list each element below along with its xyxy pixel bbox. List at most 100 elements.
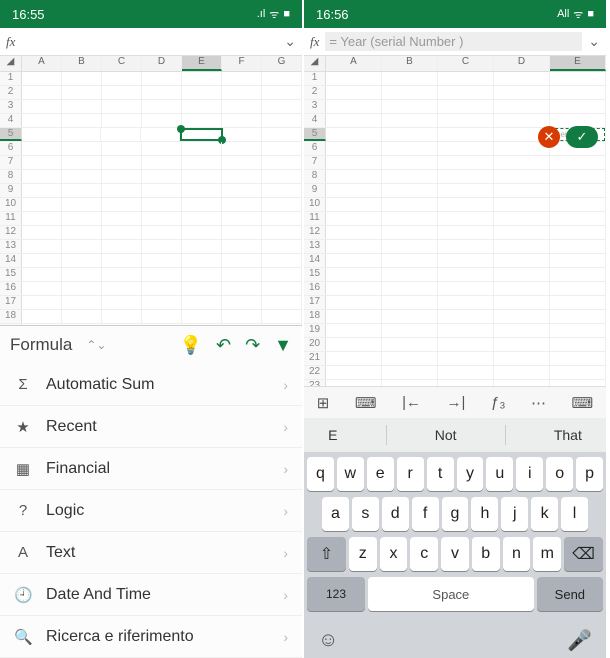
cell[interactable] bbox=[550, 72, 606, 85]
backspace-key[interactable]: ⌫ bbox=[564, 537, 603, 571]
spreadsheet-grid[interactable]: ◢ABCDEFG 1234567891011121314151617181920… bbox=[0, 56, 302, 325]
key-e[interactable]: e bbox=[367, 457, 394, 491]
row-header[interactable]: 12 bbox=[0, 226, 22, 239]
cell[interactable] bbox=[222, 72, 262, 85]
cell[interactable] bbox=[22, 86, 62, 99]
cell[interactable] bbox=[102, 100, 142, 113]
cell[interactable] bbox=[550, 170, 606, 183]
row-header[interactable]: 18 bbox=[0, 310, 22, 323]
cell[interactable] bbox=[182, 282, 222, 295]
cell[interactable] bbox=[22, 128, 62, 141]
cell[interactable] bbox=[494, 212, 550, 225]
cell[interactable] bbox=[382, 282, 438, 295]
row-header[interactable]: 7 bbox=[0, 156, 22, 169]
cell[interactable] bbox=[494, 296, 550, 309]
cell[interactable] bbox=[438, 296, 494, 309]
cell[interactable] bbox=[182, 240, 222, 253]
cell[interactable] bbox=[550, 366, 606, 379]
cell[interactable] bbox=[494, 86, 550, 99]
row-header[interactable]: 10 bbox=[304, 198, 326, 211]
spreadsheet-grid[interactable]: ✕ ✓ ◢ABCDE 12345_seriale )67891011121314… bbox=[304, 56, 606, 386]
row-header[interactable]: 16 bbox=[0, 282, 22, 295]
cell[interactable] bbox=[142, 226, 182, 239]
cell[interactable] bbox=[326, 282, 382, 295]
expand-icon[interactable]: ▼ bbox=[274, 335, 292, 356]
row-header[interactable]: 20 bbox=[304, 338, 326, 351]
cell[interactable] bbox=[438, 380, 494, 386]
row-header[interactable]: 6 bbox=[304, 142, 326, 155]
cell[interactable] bbox=[326, 338, 382, 351]
cell[interactable] bbox=[262, 310, 302, 323]
key-q[interactable]: q bbox=[307, 457, 334, 491]
cell[interactable] bbox=[262, 156, 302, 169]
cell[interactable] bbox=[102, 268, 142, 281]
cell[interactable] bbox=[438, 100, 494, 113]
cell[interactable] bbox=[182, 296, 222, 309]
cell[interactable] bbox=[326, 184, 382, 197]
row-header[interactable]: 14 bbox=[304, 254, 326, 267]
cell[interactable] bbox=[262, 72, 302, 85]
cell[interactable] bbox=[438, 282, 494, 295]
cell[interactable] bbox=[22, 254, 62, 267]
column-header[interactable]: C bbox=[438, 56, 494, 71]
cell[interactable] bbox=[22, 72, 62, 85]
cell[interactable] bbox=[22, 114, 62, 127]
suggestion[interactable]: That bbox=[554, 427, 582, 443]
cell[interactable] bbox=[62, 72, 102, 85]
cell[interactable] bbox=[438, 310, 494, 323]
key-l[interactable]: l bbox=[561, 497, 588, 531]
row-header[interactable]: 9 bbox=[304, 184, 326, 197]
cell[interactable] bbox=[550, 212, 606, 225]
cell[interactable] bbox=[142, 170, 182, 183]
row-header[interactable]: 17 bbox=[304, 296, 326, 309]
cell[interactable] bbox=[550, 240, 606, 253]
cell[interactable] bbox=[142, 114, 182, 127]
cell[interactable] bbox=[182, 86, 222, 99]
cell[interactable] bbox=[182, 198, 222, 211]
cell[interactable] bbox=[222, 310, 262, 323]
space-key[interactable]: Space bbox=[368, 577, 534, 611]
column-header[interactable]: A bbox=[326, 56, 382, 71]
emoji-icon[interactable]: ☺ bbox=[318, 629, 338, 652]
row-header[interactable]: 13 bbox=[304, 240, 326, 253]
row-header[interactable]: 10 bbox=[0, 198, 22, 211]
cell[interactable] bbox=[62, 184, 102, 197]
cell[interactable] bbox=[142, 184, 182, 197]
panel-title[interactable]: Formula bbox=[10, 335, 72, 355]
key-i[interactable]: i bbox=[516, 457, 543, 491]
cell[interactable] bbox=[326, 268, 382, 281]
cell[interactable] bbox=[438, 324, 494, 337]
key-w[interactable]: w bbox=[337, 457, 364, 491]
cell[interactable] bbox=[550, 184, 606, 197]
cell[interactable] bbox=[382, 72, 438, 85]
cell[interactable] bbox=[62, 268, 102, 281]
row-header[interactable]: 15 bbox=[304, 268, 326, 281]
cell[interactable] bbox=[222, 142, 262, 155]
menu-item[interactable]: AText› bbox=[0, 532, 302, 574]
cell[interactable] bbox=[62, 86, 102, 99]
cell[interactable] bbox=[222, 156, 262, 169]
cell[interactable] bbox=[382, 310, 438, 323]
cell[interactable] bbox=[141, 128, 181, 141]
cell[interactable] bbox=[102, 282, 142, 295]
cell[interactable] bbox=[438, 212, 494, 225]
cell[interactable] bbox=[62, 170, 102, 183]
column-header[interactable]: B bbox=[62, 56, 102, 71]
cell[interactable] bbox=[102, 226, 142, 239]
cell[interactable] bbox=[22, 296, 62, 309]
cell[interactable] bbox=[102, 324, 142, 325]
key-m[interactable]: m bbox=[533, 537, 561, 571]
cell[interactable] bbox=[326, 100, 382, 113]
column-header[interactable]: B bbox=[382, 56, 438, 71]
cell[interactable] bbox=[550, 310, 606, 323]
cell[interactable] bbox=[382, 114, 438, 127]
key-t[interactable]: t bbox=[427, 457, 454, 491]
cell[interactable] bbox=[182, 114, 222, 127]
cell[interactable] bbox=[142, 240, 182, 253]
confirm-button[interactable]: ✓ bbox=[566, 126, 598, 148]
cell[interactable] bbox=[182, 184, 222, 197]
cell[interactable] bbox=[494, 254, 550, 267]
cell[interactable] bbox=[382, 254, 438, 267]
cell[interactable] bbox=[102, 240, 142, 253]
cell[interactable] bbox=[22, 226, 62, 239]
